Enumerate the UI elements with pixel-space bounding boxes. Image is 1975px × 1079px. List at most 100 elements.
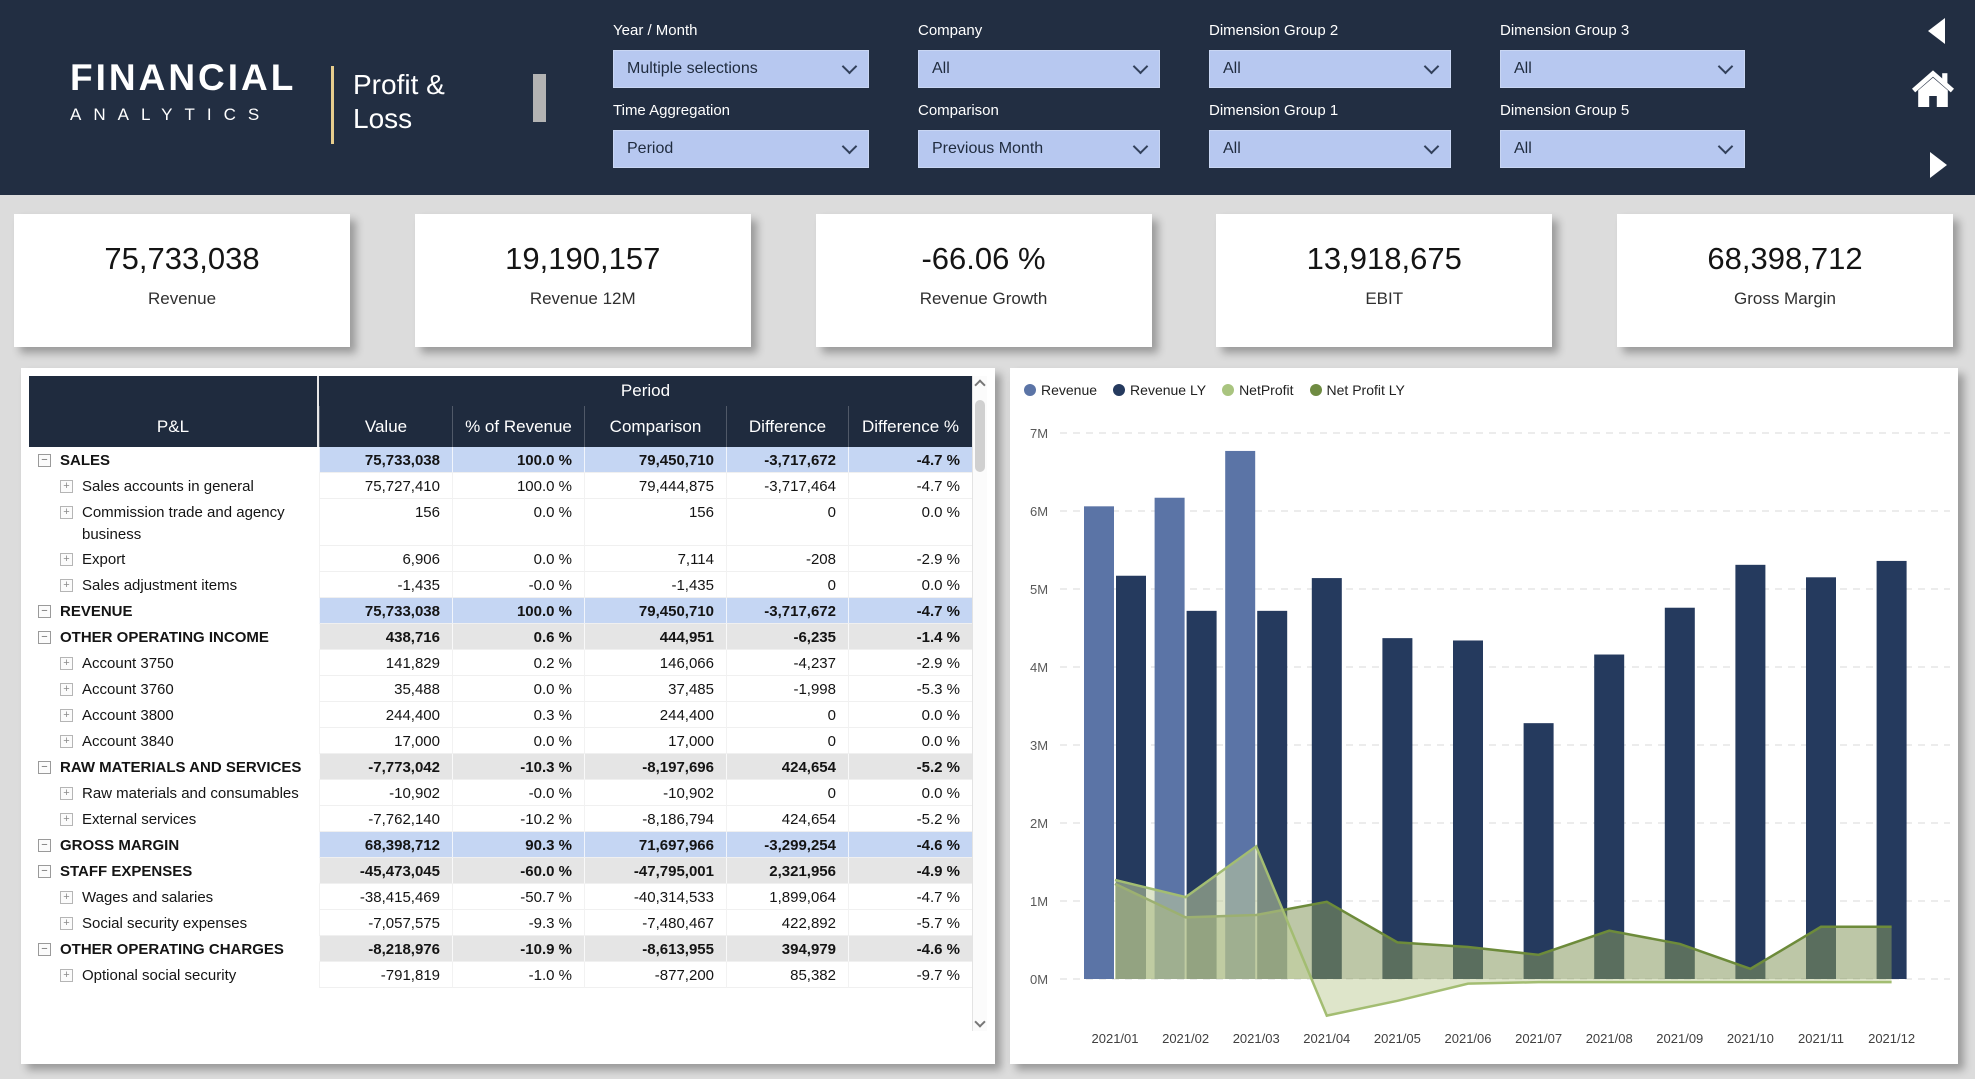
kpi-card-revenue[interactable]: 75,733,038Revenue [14,214,350,347]
netprofit-area[interactable] [1115,846,1892,1015]
kpi-card-ebit[interactable]: 13,918,675EBIT [1216,214,1552,347]
revenue-ly-bar[interactable] [1806,577,1836,979]
column-header-difference[interactable]: Difference [726,406,848,447]
pnl-row-account-3750[interactable]: +Account 3750141,8290.2 %146,066-4,237-2… [29,650,972,676]
pnl-row-export[interactable]: +Export6,9060.0 %7,114-208-2.9 % [29,546,972,572]
pnl-row-gross-margin[interactable]: −GROSS MARGIN68,398,71290.3 %71,697,966-… [29,832,972,858]
kpi-card-revenue-12m[interactable]: 19,190,157Revenue 12M [415,214,751,347]
expand-icon[interactable]: + [60,891,73,904]
revenue-net-profit-chart[interactable]: 0M1M2M3M4M5M6M7M2021/012021/022021/03202… [1022,402,1950,1052]
value-cell: -4.7 % [848,447,972,473]
column-header--of-revenue[interactable]: % of Revenue [452,406,584,447]
revenue-ly-bar[interactable] [1665,608,1695,979]
collapse-icon[interactable]: − [38,839,51,852]
filter-dropdown[interactable]: All [1500,130,1745,168]
pnl-row-sales-adjustment-items[interactable]: +Sales adjustment items-1,435-0.0 %-1,43… [29,572,972,598]
pnl-row-sales[interactable]: −SALES75,733,038100.0 %79,450,710-3,717,… [29,447,972,473]
expand-icon[interactable]: + [60,506,73,519]
filter-dropdown[interactable]: Previous Month [918,130,1160,168]
expand-icon[interactable]: + [60,579,73,592]
expand-icon[interactable]: + [60,735,73,748]
pnl-row-raw-materials-and-services[interactable]: −RAW MATERIALS AND SERVICES-7,773,042-10… [29,754,972,780]
expand-icon[interactable]: + [60,709,73,722]
collapse-icon[interactable]: − [38,761,51,774]
filter-dimension-group-5: Dimension Group 5All [1500,102,1745,168]
y-axis-tick: 6M [1030,504,1048,519]
value-cell: -1.4 % [848,624,972,650]
filter-dropdown[interactable]: All [1500,50,1745,88]
value-cell: -2.9 % [848,546,972,572]
legend-item-revenue[interactable]: Revenue [1024,382,1097,398]
filter-dropdown[interactable]: All [918,50,1160,88]
table-group-header-row: Period [29,376,972,406]
expand-icon[interactable]: + [60,813,73,826]
pnl-row-social-security-expenses[interactable]: +Social security expenses-7,057,575-9.3 … [29,910,972,936]
expand-icon[interactable]: + [60,553,73,566]
expand-icon[interactable]: + [60,657,73,670]
expand-icon[interactable]: + [60,683,73,696]
scroll-up-icon[interactable] [974,379,985,390]
revenue-bar[interactable] [1084,506,1114,979]
collapse-icon[interactable]: − [38,605,51,618]
value-cell: 0.2 % [452,650,584,676]
pnl-row-other-operating-charges[interactable]: −OTHER OPERATING CHARGES-8,218,976-10.9 … [29,936,972,962]
revenue-ly-bar[interactable] [1735,565,1765,979]
x-axis-tick: 2021/04 [1303,1031,1350,1046]
filter-dropdown[interactable]: All [1209,50,1451,88]
table-scrollbar[interactable] [972,376,987,1031]
pnl-row-staff-expenses[interactable]: −STAFF EXPENSES-45,473,045-60.0 %-47,795… [29,858,972,884]
pnl-label: SALES [51,450,116,472]
revenue-ly-bar[interactable] [1877,561,1907,979]
expand-icon[interactable]: + [60,480,73,493]
forward-arrow-icon[interactable] [1930,152,1947,178]
home-icon[interactable] [1909,64,1957,112]
expand-icon[interactable]: + [60,917,73,930]
brand-logo-line1: FINANCIAL [70,58,296,99]
column-header-comparison[interactable]: Comparison [584,406,726,447]
expand-icon[interactable]: + [60,969,73,982]
dropdown-selected-value: Previous Month [932,140,1043,158]
pnl-row-optional-social-security[interactable]: +Optional social security-791,819-1.0 %-… [29,962,972,988]
kpi-card-revenue-growth[interactable]: -66.06 %Revenue Growth [816,214,1152,347]
filter-dropdown[interactable]: Period [613,130,869,168]
collapse-icon[interactable]: − [38,943,51,956]
pnl-row-raw-materials-and-consumables[interactable]: +Raw materials and consumables-10,902-0.… [29,780,972,806]
pnl-row-commission-trade-and-agency-business[interactable]: +Commission trade and agency business156… [29,499,972,546]
value-cell: 90.3 % [452,832,584,858]
pnl-row-account-3760[interactable]: +Account 376035,4880.0 %37,485-1,998-5.3… [29,676,972,702]
filter-label: Dimension Group 3 [1500,22,1745,39]
pnl-row-wages-and-salaries[interactable]: +Wages and salaries-38,415,469-50.7 %-40… [29,884,972,910]
column-header-value[interactable]: Value [319,406,452,447]
pnl-label-cell: +Account 3840 [29,728,319,754]
legend-item-netprofit[interactable]: NetProfit [1222,382,1293,398]
filter-dropdown[interactable]: Multiple selections [613,50,869,88]
column-header-difference-[interactable]: Difference % [848,406,972,447]
scrollbar-thumb[interactable] [975,400,985,472]
filter-dropdown[interactable]: All [1209,130,1451,168]
kpi-card-gross-margin[interactable]: 68,398,712Gross Margin [1617,214,1953,347]
column-header-p-l[interactable]: P&L [29,406,319,447]
filter-bar: Year / MonthMultiple selectionsCompanyAl… [613,22,1745,168]
revenue-ly-bar[interactable] [1382,638,1412,979]
collapse-icon[interactable]: − [38,865,51,878]
legend-label: Revenue [1041,382,1097,398]
value-cell: 79,450,710 [584,447,726,473]
pnl-row-other-operating-income[interactable]: −OTHER OPERATING INCOME438,7160.6 %444,9… [29,624,972,650]
value-cell: -38,415,469 [319,884,452,910]
revenue-ly-bar[interactable] [1453,640,1483,979]
scroll-down-icon[interactable] [974,1016,985,1027]
pnl-row-account-3840[interactable]: +Account 384017,0000.0 %17,00000.0 % [29,728,972,754]
pnl-row-external-services[interactable]: +External services-7,762,140-10.2 %-8,18… [29,806,972,832]
value-cell: 0.0 % [848,572,972,598]
expand-icon[interactable]: + [60,787,73,800]
legend-item-revenue-ly[interactable]: Revenue LY [1113,382,1206,398]
collapse-icon[interactable]: − [38,631,51,644]
pnl-row-revenue[interactable]: −REVENUE75,733,038100.0 %79,450,710-3,71… [29,598,972,624]
back-arrow-icon[interactable] [1928,18,1945,44]
pnl-row-account-3800[interactable]: +Account 3800244,4000.3 %244,40000.0 % [29,702,972,728]
legend-item-net-profit-ly[interactable]: Net Profit LY [1310,382,1405,398]
pnl-row-sales-accounts-in-general[interactable]: +Sales accounts in general75,727,410100.… [29,473,972,499]
collapse-icon[interactable]: − [38,454,51,467]
pnl-label-cell: −STAFF EXPENSES [29,858,319,884]
revenue-ly-bar[interactable] [1524,723,1554,979]
